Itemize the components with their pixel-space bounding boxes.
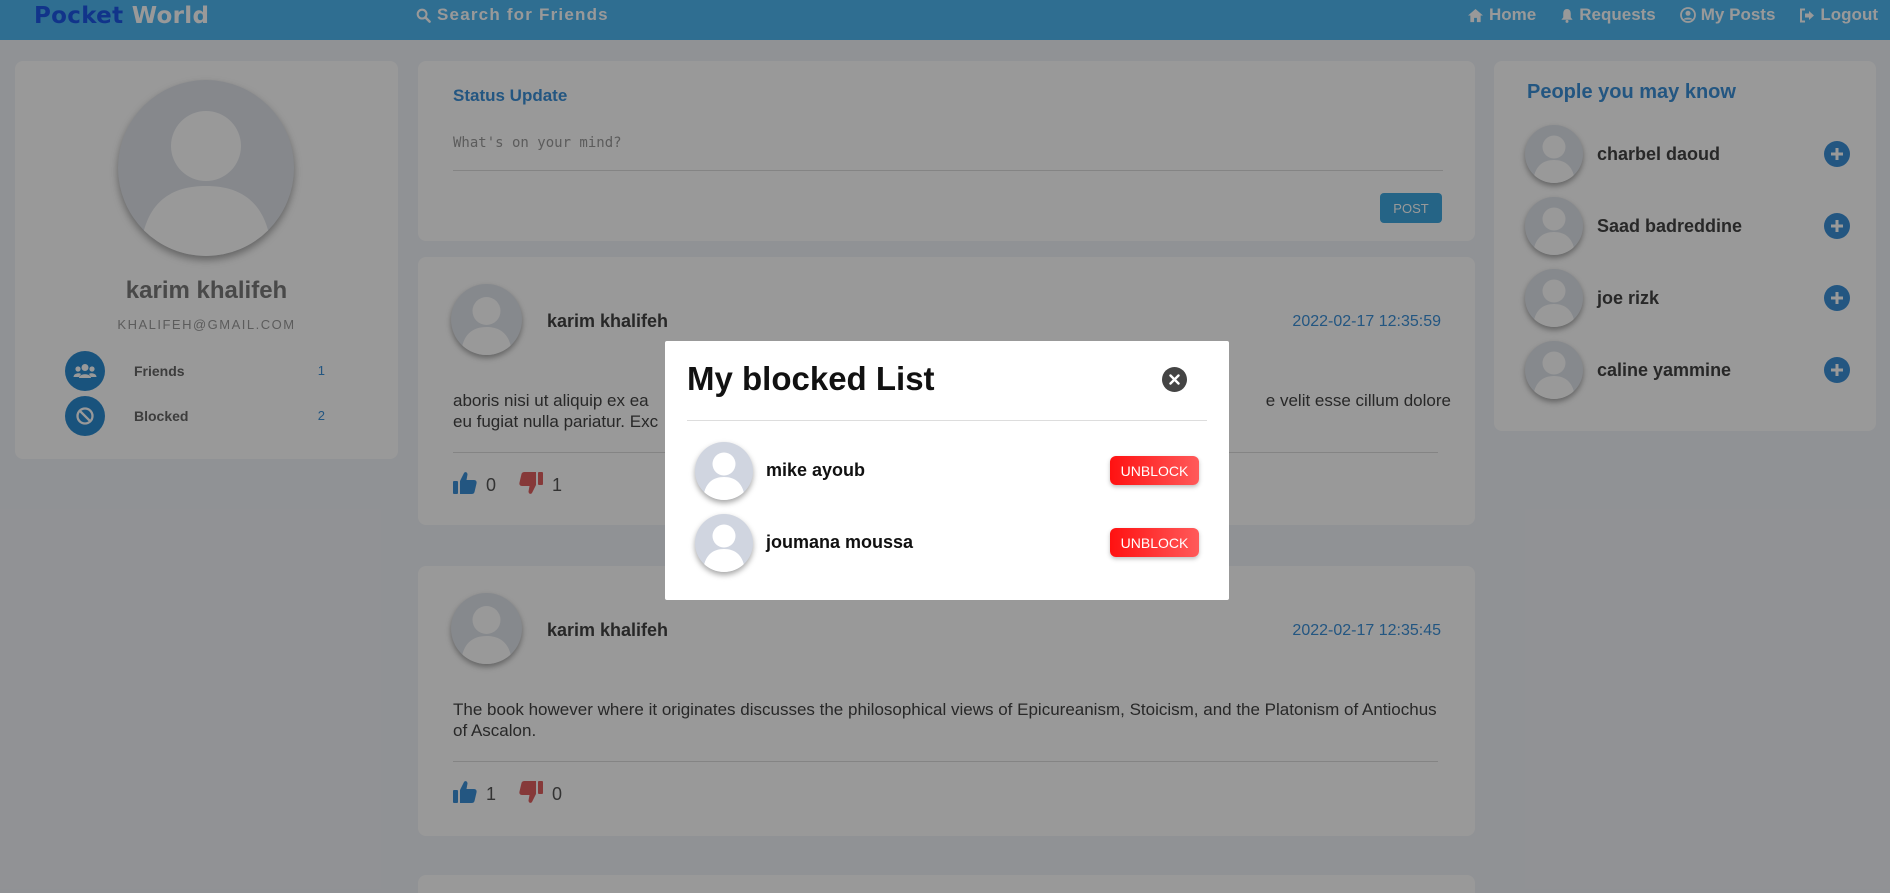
avatar xyxy=(695,442,753,500)
modal-title: My blocked List xyxy=(687,360,935,397)
unblock-button[interactable]: UNBLOCK xyxy=(1110,456,1199,485)
blocked-user-row: mike ayoub UNBLOCK xyxy=(695,442,1199,500)
blocked-user-name: joumana moussa xyxy=(766,532,914,552)
blocked-list-modal: My blocked List mike ayoub UNBLOCK jouma… xyxy=(665,341,1229,600)
unblock-button[interactable]: UNBLOCK xyxy=(1110,528,1199,557)
modal-divider xyxy=(687,420,1207,421)
close-icon[interactable] xyxy=(1162,367,1187,392)
blocked-user-row: joumana moussa UNBLOCK xyxy=(695,514,1199,572)
blocked-user-name: mike ayoub xyxy=(766,460,866,480)
avatar xyxy=(695,514,753,572)
